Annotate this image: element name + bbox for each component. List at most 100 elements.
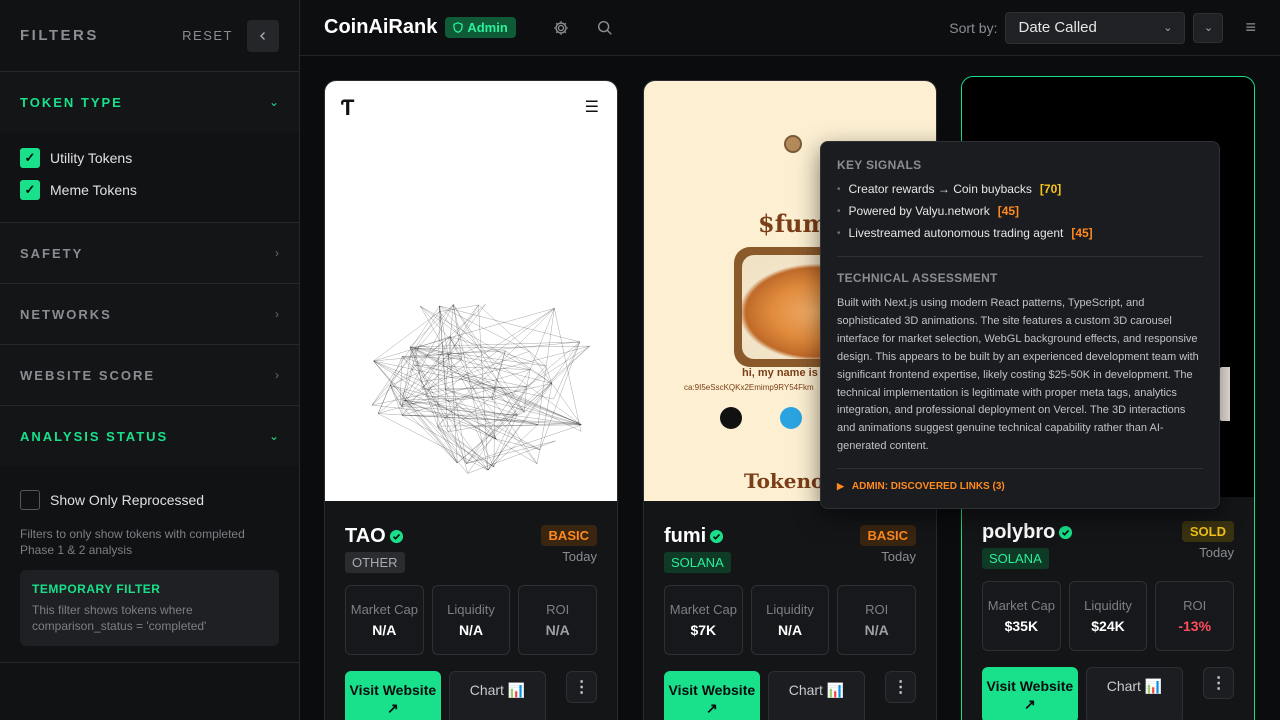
signal-score: [45] — [997, 204, 1020, 218]
card-actions: Visit Website ↗ Chart 📊 ⋮ — [982, 667, 1235, 720]
stat-label: Market Cap — [987, 598, 1055, 613]
stat-roi: ROI -13% — [1155, 581, 1235, 651]
stat-roi: ROI N/A — [837, 585, 917, 655]
section-analysis-status: ANALYSIS STATUS ⌄ Show Only Reprocessed … — [0, 406, 299, 663]
section-header-safety[interactable]: SAFETY › — [0, 223, 299, 283]
section-label: TOKEN TYPE — [20, 94, 123, 110]
network-edge — [554, 308, 580, 424]
filter-meme-tokens[interactable]: ✓ Meme Tokens — [20, 174, 279, 206]
admin-badge: Admin — [445, 17, 516, 38]
section-website-score: WEBSITE SCORE › — [0, 345, 299, 406]
filter-show-reprocessed[interactable]: Show Only Reprocessed — [20, 484, 279, 516]
admin-badge-label: Admin — [467, 20, 508, 35]
sidebar-title: FILTERS — [20, 27, 99, 44]
network-edge — [462, 351, 530, 377]
stat-label: Market Cap — [669, 602, 737, 617]
checkbox-meme-tokens[interactable]: ✓ — [20, 180, 40, 200]
preview-token-heading: Tokeno — [744, 469, 825, 493]
visit-website-button[interactable]: Visit Website ↗ — [982, 667, 1078, 720]
admin-links-label: ADMIN: DISCOVERED LINKS (3) — [851, 481, 1005, 493]
network-badge: SOLANA — [664, 552, 731, 573]
stat-label: ROI — [546, 602, 570, 617]
collapse-sidebar-button[interactable] — [247, 19, 279, 52]
divider — [837, 256, 1203, 257]
stats-row: Market Cap $35K Liquidity $24K ROI -13% — [982, 581, 1235, 651]
stat-label: Liquidity — [447, 602, 495, 617]
sort-label: Sort by: — [949, 19, 998, 36]
preview-greeting: hi, my name is f — [742, 367, 825, 379]
stat-value: N/A — [372, 622, 397, 638]
sort-direction-button[interactable]: ⌄ — [1193, 12, 1224, 43]
token-name: TAO — [345, 525, 404, 548]
stat-market-cap: Market Cap N/A — [345, 585, 424, 655]
temporary-filter-title: TEMPORARY FILTER — [32, 582, 161, 596]
token-name-text: fumi — [664, 525, 707, 547]
verified-icon — [389, 529, 403, 544]
bullet-icon: • — [837, 183, 841, 195]
more-options-icon[interactable]: ⋮ — [566, 671, 598, 703]
network-edge — [466, 424, 582, 464]
key-signals-title: KEY SIGNALS — [837, 158, 922, 172]
network-edge — [545, 365, 553, 384]
stat-value: $7K — [690, 622, 717, 638]
card-actions: Visit Website ↗ Chart 📊 ⋮ — [345, 671, 598, 720]
signal-score: [70] — [1039, 182, 1062, 196]
brand-logo[interactable]: CoinAiRank — [324, 16, 437, 39]
network-edge — [378, 413, 489, 471]
coin-icon — [784, 135, 802, 153]
section-header-token-type[interactable]: TOKEN TYPE ⌄ — [0, 72, 299, 132]
network-edge — [553, 341, 580, 400]
network-edge — [447, 426, 475, 433]
network-badge: SOLANA — [982, 548, 1049, 569]
more-options-icon[interactable]: ⋮ — [885, 671, 917, 703]
search-icon[interactable] — [596, 19, 614, 37]
preview-contract-address: ca:9I5eSscKQKx2Emimp9RY54Fkm — [684, 383, 814, 392]
section-header-analysis-status[interactable]: ANALYSIS STATUS ⌄ — [0, 406, 299, 466]
network-graph-image — [371, 304, 590, 474]
stat-value: N/A — [777, 622, 803, 638]
stat-market-cap: Market Cap $7K — [664, 585, 743, 655]
reset-button[interactable]: RESET — [182, 28, 233, 43]
gear-icon[interactable] — [552, 19, 570, 37]
bullet-icon: • — [837, 205, 841, 217]
network-edge — [537, 308, 555, 425]
chart-button[interactable]: Chart 📊 — [448, 671, 547, 720]
card-info: TAO BASIC OTHER Today Market Cap N/A Liqu… — [325, 501, 617, 720]
network-edge — [517, 411, 525, 416]
section-header-networks[interactable]: NETWORKS › — [0, 284, 299, 344]
network-edge — [373, 311, 440, 362]
chart-button[interactable]: Chart 📊 — [767, 671, 866, 720]
chart-button[interactable]: Chart 📊 — [1085, 667, 1184, 720]
more-options-icon[interactable]: ⋮ — [1203, 667, 1235, 699]
stat-label: Liquidity — [766, 602, 814, 617]
chevron-right-icon: › — [275, 246, 279, 260]
signal-text: Livestreamed autonomous trading agent — [848, 226, 1064, 240]
token-card-tao[interactable]: Ƭ ☰ TAO BASIC OTHER Today Market Cap N/A … — [324, 80, 618, 720]
admin-discovered-links-toggle[interactable]: ▶ ADMIN: DISCOVERED LINKS (3) — [837, 481, 1203, 492]
sort-select[interactable]: Date Called ⌄ — [1005, 11, 1186, 44]
visit-website-button[interactable]: Visit Website ↗ — [345, 671, 441, 720]
network-edge — [491, 396, 538, 464]
filter-utility-tokens[interactable]: ✓ Utility Tokens — [20, 142, 279, 174]
signal-score: [45] — [1071, 226, 1093, 240]
visit-website-button[interactable]: Visit Website ↗ — [664, 671, 760, 720]
menu-icon[interactable]: ≡ — [1245, 17, 1256, 38]
card-info: fumi BASIC SOLANA Today Market Cap $7K Li… — [644, 501, 936, 720]
checkbox-show-reprocessed[interactable] — [20, 490, 40, 510]
temporary-filter-text: This filter shows tokens where compariso… — [32, 603, 207, 633]
date-called: Today — [562, 549, 597, 564]
token-name: fumi — [664, 525, 724, 548]
section-label: ANALYSIS STATUS — [20, 428, 169, 444]
signal-text: Powered by Valyu.network — [848, 204, 990, 218]
section-header-website-score[interactable]: WEBSITE SCORE › — [0, 345, 299, 405]
network-edge — [402, 356, 580, 424]
section-token-type: TOKEN TYPE ⌄ ✓ Utility Tokens ✓ Meme Tok… — [0, 72, 299, 223]
tier-badge: SOLD — [1181, 521, 1234, 542]
website-preview[interactable]: Ƭ ☰ — [325, 81, 617, 501]
stat-liquidity: Liquidity N/A — [750, 585, 830, 655]
stat-label: Market Cap — [350, 602, 418, 617]
checkbox-utility-tokens[interactable]: ✓ — [20, 148, 40, 168]
section-label: SAFETY — [20, 245, 84, 261]
stats-row: Market Cap $7K Liquidity N/A ROI N/A — [664, 585, 917, 655]
checkbox-label: Show Only Reprocessed — [50, 492, 205, 508]
